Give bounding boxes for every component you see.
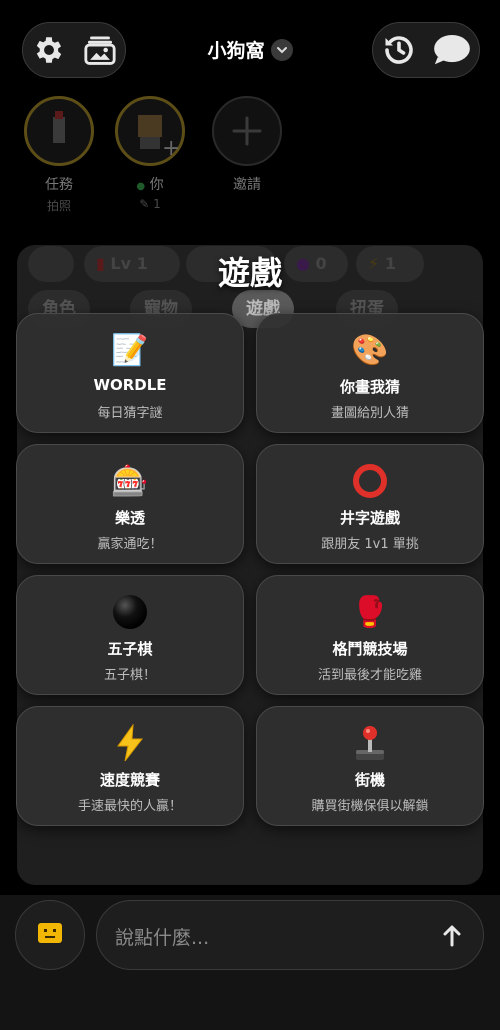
member-name: 任務 xyxy=(45,177,73,193)
game-name: 樂透 xyxy=(114,509,145,527)
member-sub: ✎ 1 xyxy=(139,197,161,211)
game-card-lottery[interactable]: 🎰 樂透 贏家通吃！ xyxy=(16,444,244,564)
svg-text:+: + xyxy=(162,136,180,161)
game-name: 街機 xyxy=(354,771,385,789)
invite-add-icon xyxy=(212,96,282,166)
member-you[interactable]: + ● 你 ✎ 1 xyxy=(110,96,190,211)
member-sub: 拍照 xyxy=(46,199,71,213)
game-desc: 每日猜字謎 xyxy=(97,406,163,421)
game-name: 速度競賽 xyxy=(99,771,160,789)
send-arrow-icon[interactable] xyxy=(437,921,467,951)
game-card-draw-guess[interactable]: 🎨 你畫我猜 畫圖給別人猜 xyxy=(256,313,484,433)
game-card-speed-race[interactable]: 速度競賽 手速最快的人贏！ xyxy=(16,706,244,826)
game-name: 格鬥競技場 xyxy=(332,640,408,658)
game-card-tic-tac-toe[interactable]: 井字遊戲 跟朋友 1v1 單挑 xyxy=(256,444,484,564)
task-avatar xyxy=(24,96,94,166)
game-card-gomoku[interactable]: 五子棋 五子棋！ xyxy=(16,575,244,695)
chat-placeholder: 說點什麼... xyxy=(115,927,210,949)
game-name: WORDLE xyxy=(93,376,167,394)
history-icon[interactable] xyxy=(381,32,417,68)
game-name: 你畫我猜 xyxy=(339,378,400,396)
member-invite[interactable]: 邀請 xyxy=(207,96,287,194)
game-card-arcade[interactable]: 街機 購買街機保俱以解鎖 xyxy=(256,706,484,826)
game-desc: 跟朋友 1v1 單挑 xyxy=(321,537,419,552)
member-task[interactable]: 任務 拍照 xyxy=(19,96,99,214)
game-desc: 畫圖給別人猜 xyxy=(330,406,409,421)
chat-input[interactable]: 說點什麼... xyxy=(96,900,484,970)
header-right-group xyxy=(372,22,480,78)
black-stone-icon xyxy=(17,594,243,630)
your-avatar: + xyxy=(115,96,185,166)
games-title: 遊戲 xyxy=(217,254,282,292)
lightning-icon xyxy=(17,724,243,762)
member-name: 你 xyxy=(149,177,164,193)
joystick-icon xyxy=(257,725,483,761)
game-name: 井字遊戲 xyxy=(339,509,400,527)
member-name: 邀請 xyxy=(233,177,261,193)
room-name: 小狗窩 xyxy=(207,40,265,62)
game-desc: 購買街機保俱以解鎖 xyxy=(311,799,429,814)
palette-icon: 🎨 xyxy=(351,332,389,368)
game-desc: 五子棋！ xyxy=(103,668,156,683)
slot-machine-icon: 🎰 xyxy=(111,463,149,499)
chat-bubble-icon[interactable] xyxy=(432,32,472,68)
red-circle-icon xyxy=(257,463,483,499)
game-desc: 贏家通吃！ xyxy=(97,537,163,552)
game-card-arena[interactable]: 🥊 格鬥競技場 活到最後才能吃雞 xyxy=(256,575,484,695)
game-desc: 活到最後才能吃雞 xyxy=(317,668,422,683)
sticker-button[interactable] xyxy=(15,900,85,970)
game-name: 五子棋 xyxy=(107,640,153,658)
sticker-icon xyxy=(36,921,64,949)
game-desc: 手速最快的人贏！ xyxy=(77,799,182,814)
memo-icon: 📝 xyxy=(111,332,149,368)
boxing-glove-icon: 🥊 xyxy=(351,594,389,630)
game-card-wordle[interactable]: 📝 WORDLE 每日猜字謎 xyxy=(16,313,244,433)
chevron-down-icon[interactable] xyxy=(270,38,293,61)
